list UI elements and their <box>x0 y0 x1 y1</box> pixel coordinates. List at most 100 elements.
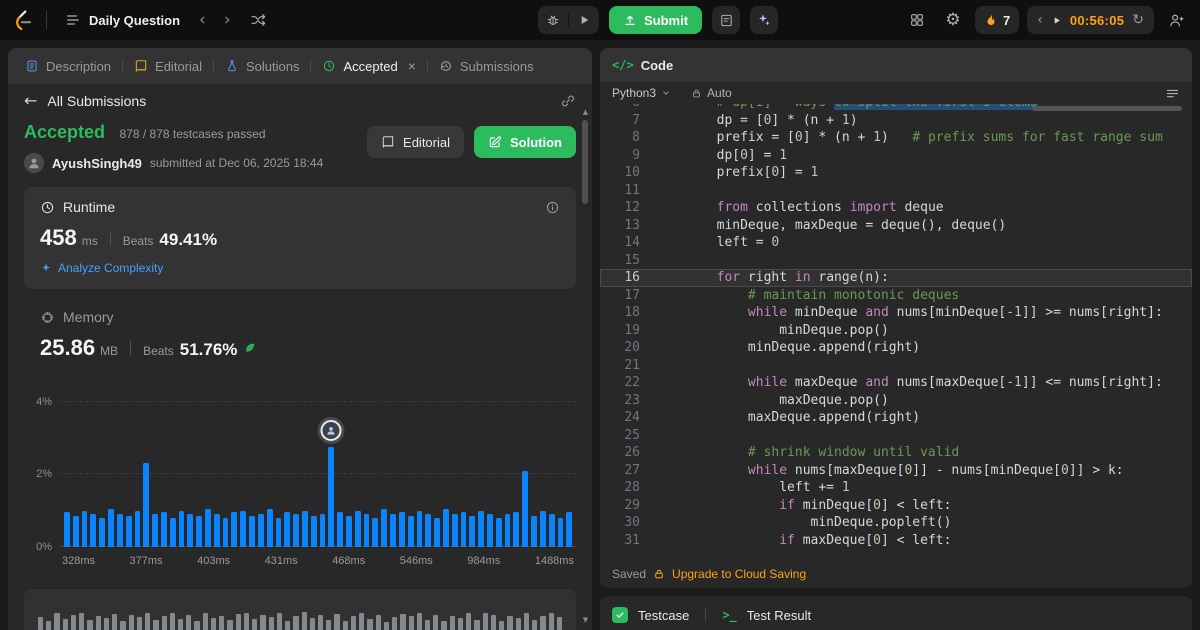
runtime-bar[interactable] <box>442 508 449 547</box>
runtime-bar[interactable] <box>566 512 573 547</box>
code-line-14[interactable]: 14 left = 0 <box>600 234 1192 252</box>
runtime-bar[interactable] <box>152 514 158 547</box>
prev-question-button[interactable]: ‹ <box>194 9 211 31</box>
submit-button[interactable]: Submit <box>609 6 703 34</box>
runtime-bar[interactable] <box>125 516 132 547</box>
analyze-complexity-link[interactable]: Analyze Complexity <box>40 261 560 275</box>
runtime-bar[interactable] <box>108 508 114 547</box>
scroll-down-arrow[interactable]: ▼ <box>580 616 591 624</box>
tab-submissions[interactable]: Submissions <box>432 48 541 84</box>
close-icon[interactable]: × <box>408 58 416 74</box>
back-label[interactable]: All Submissions <box>47 93 146 109</box>
runtime-bar[interactable] <box>460 512 467 547</box>
runtime-bar-selected[interactable] <box>320 420 342 547</box>
debugger-button[interactable] <box>538 6 568 34</box>
code-line-20[interactable]: 20 minDeque.append(right) <box>600 339 1192 357</box>
runtime-bar[interactable] <box>257 514 264 547</box>
code-line-11[interactable]: 11 <box>600 182 1192 200</box>
runtime-bar[interactable] <box>337 512 343 547</box>
code-line-16[interactable]: 16 for right in range(n): <box>600 269 1192 287</box>
format-menu-button[interactable] <box>1165 86 1180 101</box>
runtime-bar[interactable] <box>522 470 529 547</box>
runtime-card[interactable]: Runtime 458 ms Beats 49.41% Analyze Comp… <box>24 187 576 289</box>
code-line-22[interactable]: 22 while maxDeque and nums[maxDeque[-1]]… <box>600 374 1192 392</box>
tab-testcase[interactable]: Testcase <box>638 608 689 623</box>
runtime-bar[interactable] <box>372 517 379 547</box>
runtime-bar[interactable] <box>231 512 238 547</box>
horizontal-scrollbar-thumb[interactable] <box>1032 106 1182 111</box>
runtime-bar[interactable] <box>398 512 405 547</box>
scroll-up-arrow[interactable]: ▲ <box>580 108 591 116</box>
code-line-13[interactable]: 13 minDeque, maxDeque = deque(), deque() <box>600 217 1192 235</box>
code-line-7[interactable]: 7 dp = [0] * (n + 1) <box>600 112 1192 130</box>
code-line-12[interactable]: 12 from collections import deque <box>600 199 1192 217</box>
runtime-bar[interactable] <box>354 510 361 547</box>
tab-description[interactable]: Description <box>18 48 118 84</box>
runtime-bar[interactable] <box>169 517 176 547</box>
memory-section[interactable]: Memory 25.86 MB Beats 51.76% <box>40 309 560 361</box>
code-line-21[interactable]: 21 <box>600 357 1192 375</box>
runtime-bar[interactable] <box>557 517 564 547</box>
runtime-bar[interactable] <box>469 516 476 547</box>
code-line-29[interactable]: 29 if minDeque[0] < left: <box>600 497 1192 515</box>
runtime-bar[interactable] <box>346 516 352 547</box>
runtime-bar[interactable] <box>160 512 167 547</box>
code-line-18[interactable]: 18 while minDeque and nums[minDeque[-1]]… <box>600 304 1192 322</box>
runtime-bar[interactable] <box>64 512 70 547</box>
code-editor[interactable]: 6 # dp[i] = ways to split the first i el… <box>600 104 1192 560</box>
runtime-bar[interactable] <box>487 514 493 547</box>
runtime-bar[interactable] <box>266 508 273 547</box>
code-line-17[interactable]: 17 # maintain monotonic deques <box>600 287 1192 305</box>
notes-button[interactable] <box>712 6 741 34</box>
autosave-toggle[interactable]: Auto <box>691 86 732 100</box>
runtime-bar[interactable] <box>416 510 423 547</box>
runtime-bar[interactable] <box>548 514 555 547</box>
code-line-24[interactable]: 24 maxDeque.append(right) <box>600 409 1192 427</box>
runtime-bar[interactable] <box>249 516 255 547</box>
runtime-bar[interactable] <box>434 517 440 547</box>
runtime-bar[interactable] <box>425 514 432 547</box>
ai-assistant-button[interactable] <box>750 6 779 34</box>
runtime-bar[interactable] <box>495 517 502 547</box>
code-line-30[interactable]: 30 minDeque.popleft() <box>600 514 1192 532</box>
runtime-bar[interactable] <box>222 517 229 547</box>
timer-reset-icon[interactable]: ↻ <box>1132 13 1144 27</box>
code-line-26[interactable]: 26 # shrink window until valid <box>600 444 1192 462</box>
username[interactable]: AyushSingh49 <box>52 156 142 171</box>
language-selector[interactable]: Python3 <box>612 86 671 100</box>
avatar[interactable] <box>24 153 44 173</box>
runtime-bar[interactable] <box>293 514 299 547</box>
next-question-button[interactable]: › <box>219 9 236 31</box>
runtime-bar[interactable] <box>284 512 291 547</box>
scrollbar[interactable]: ▲ ▼ <box>580 108 591 624</box>
upgrade-cloud-saving-link[interactable]: Upgrade to Cloud Saving <box>672 567 806 581</box>
code-line-31[interactable]: 31 if maxDeque[0] < left: <box>600 532 1192 550</box>
code-line-27[interactable]: 27 while nums[maxDeque[0]] - nums[minDeq… <box>600 462 1192 480</box>
runtime-bar[interactable] <box>143 463 150 547</box>
runtime-bar[interactable] <box>275 517 282 547</box>
runtime-bar[interactable] <box>134 510 141 547</box>
runtime-bar[interactable] <box>407 516 414 547</box>
settings-button[interactable]: ⚙ <box>939 6 967 34</box>
runtime-bar[interactable] <box>72 516 79 547</box>
editorial-button[interactable]: Editorial <box>367 126 464 158</box>
leetcode-logo[interactable] <box>12 9 34 31</box>
link-icon[interactable] <box>560 93 576 109</box>
solution-button[interactable]: Solution <box>474 126 576 158</box>
runtime-bar[interactable] <box>539 510 546 547</box>
code-line-28[interactable]: 28 left += 1 <box>600 479 1192 497</box>
runtime-bar[interactable] <box>478 510 484 547</box>
runtime-bar[interactable] <box>90 514 97 547</box>
runtime-bar[interactable] <box>116 514 123 547</box>
runtime-bar[interactable] <box>531 516 537 547</box>
runtime-bar[interactable] <box>381 508 388 547</box>
timer-play-icon[interactable] <box>1051 15 1062 26</box>
tab-accepted[interactable]: Accepted × <box>315 48 422 84</box>
tab-solutions[interactable]: Solutions <box>218 48 306 84</box>
runtime-bar[interactable] <box>301 510 308 547</box>
back-arrow-icon[interactable]: ← <box>24 93 37 109</box>
code-line-8[interactable]: 8 prefix = [0] * (n + 1) # prefix sums f… <box>600 129 1192 147</box>
runtime-bar[interactable] <box>99 517 106 547</box>
runtime-bar[interactable] <box>213 514 220 547</box>
runtime-bar[interactable] <box>504 514 511 547</box>
